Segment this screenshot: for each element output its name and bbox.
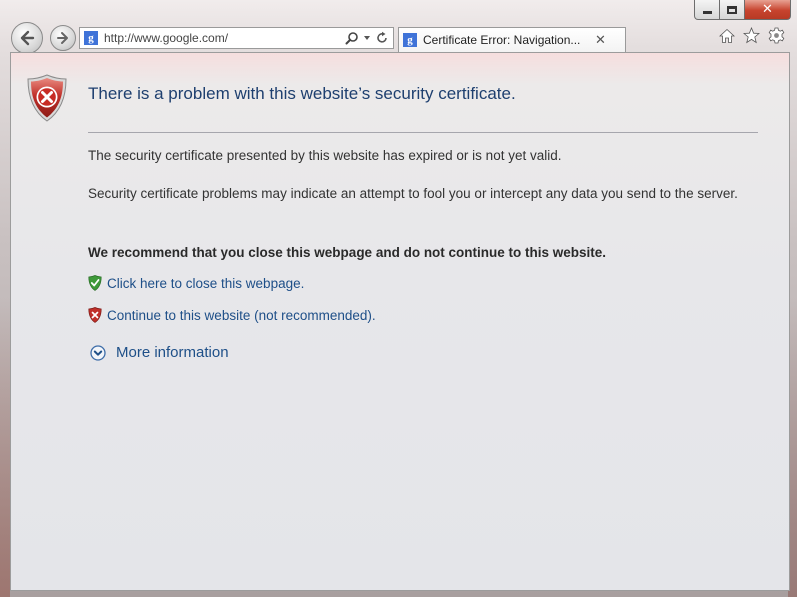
window-caption-buttons: ✕ [694, 0, 791, 20]
dropdown-icon[interactable] [363, 34, 371, 42]
expired-message: The security certificate presented by th… [88, 148, 562, 163]
home-icon[interactable] [719, 28, 735, 44]
maximize-button[interactable] [720, 0, 745, 20]
maximize-icon [727, 5, 737, 14]
refresh-icon[interactable] [375, 31, 389, 45]
site-favicon-icon: g [84, 31, 98, 45]
url-text[interactable]: http://www.google.com/ [104, 31, 345, 45]
address-tools [345, 31, 389, 45]
green-shield-check-icon [88, 275, 102, 291]
expand-chevron-circle-icon[interactable] [90, 344, 106, 361]
page-title: There is a problem with this website’s s… [88, 84, 516, 103]
tab-favicon-icon: g [403, 33, 417, 47]
address-bar[interactable]: g http://www.google.com/ [79, 27, 394, 49]
forward-arrow-icon [57, 32, 68, 44]
red-shield-x-small-icon [88, 307, 102, 323]
warning-message: Security certificate problems may indica… [88, 186, 738, 201]
close-window-button[interactable]: ✕ [745, 0, 791, 20]
continue-row: Continue to this website (not recommende… [88, 307, 376, 323]
continue-to-website-link[interactable]: Continue to this website (not recommende… [107, 308, 376, 323]
search-icon[interactable] [345, 31, 359, 45]
browser-window: ✕ g http://www.google.com/ g Certificate… [0, 0, 797, 597]
close-icon: ✕ [762, 2, 773, 17]
back-arrow-icon [20, 30, 35, 46]
minimize-icon [702, 11, 712, 14]
recommendation-message: We recommend that you close this webpage… [88, 245, 607, 260]
frame-left-edge [0, 300, 10, 597]
forward-button[interactable] [50, 25, 76, 51]
gear-icon[interactable] [768, 27, 785, 44]
tab-close-icon[interactable]: ✕ [595, 33, 606, 48]
minimize-button[interactable] [694, 0, 720, 20]
command-icons [719, 27, 785, 44]
tab-certificate-error[interactable]: g Certificate Error: Navigation... ✕ [398, 27, 626, 52]
more-information-link[interactable]: More information [116, 344, 229, 361]
favorites-star-icon[interactable] [743, 27, 760, 44]
title-divider [88, 132, 758, 133]
more-information-row[interactable]: More information [90, 344, 229, 361]
red-shield-x-icon [27, 74, 67, 122]
close-webpage-link[interactable]: Click here to close this webpage. [107, 276, 304, 291]
close-webpage-row: Click here to close this webpage. [88, 275, 304, 291]
tab-title: Certificate Error: Navigation... [423, 33, 581, 47]
back-button[interactable] [11, 22, 43, 54]
